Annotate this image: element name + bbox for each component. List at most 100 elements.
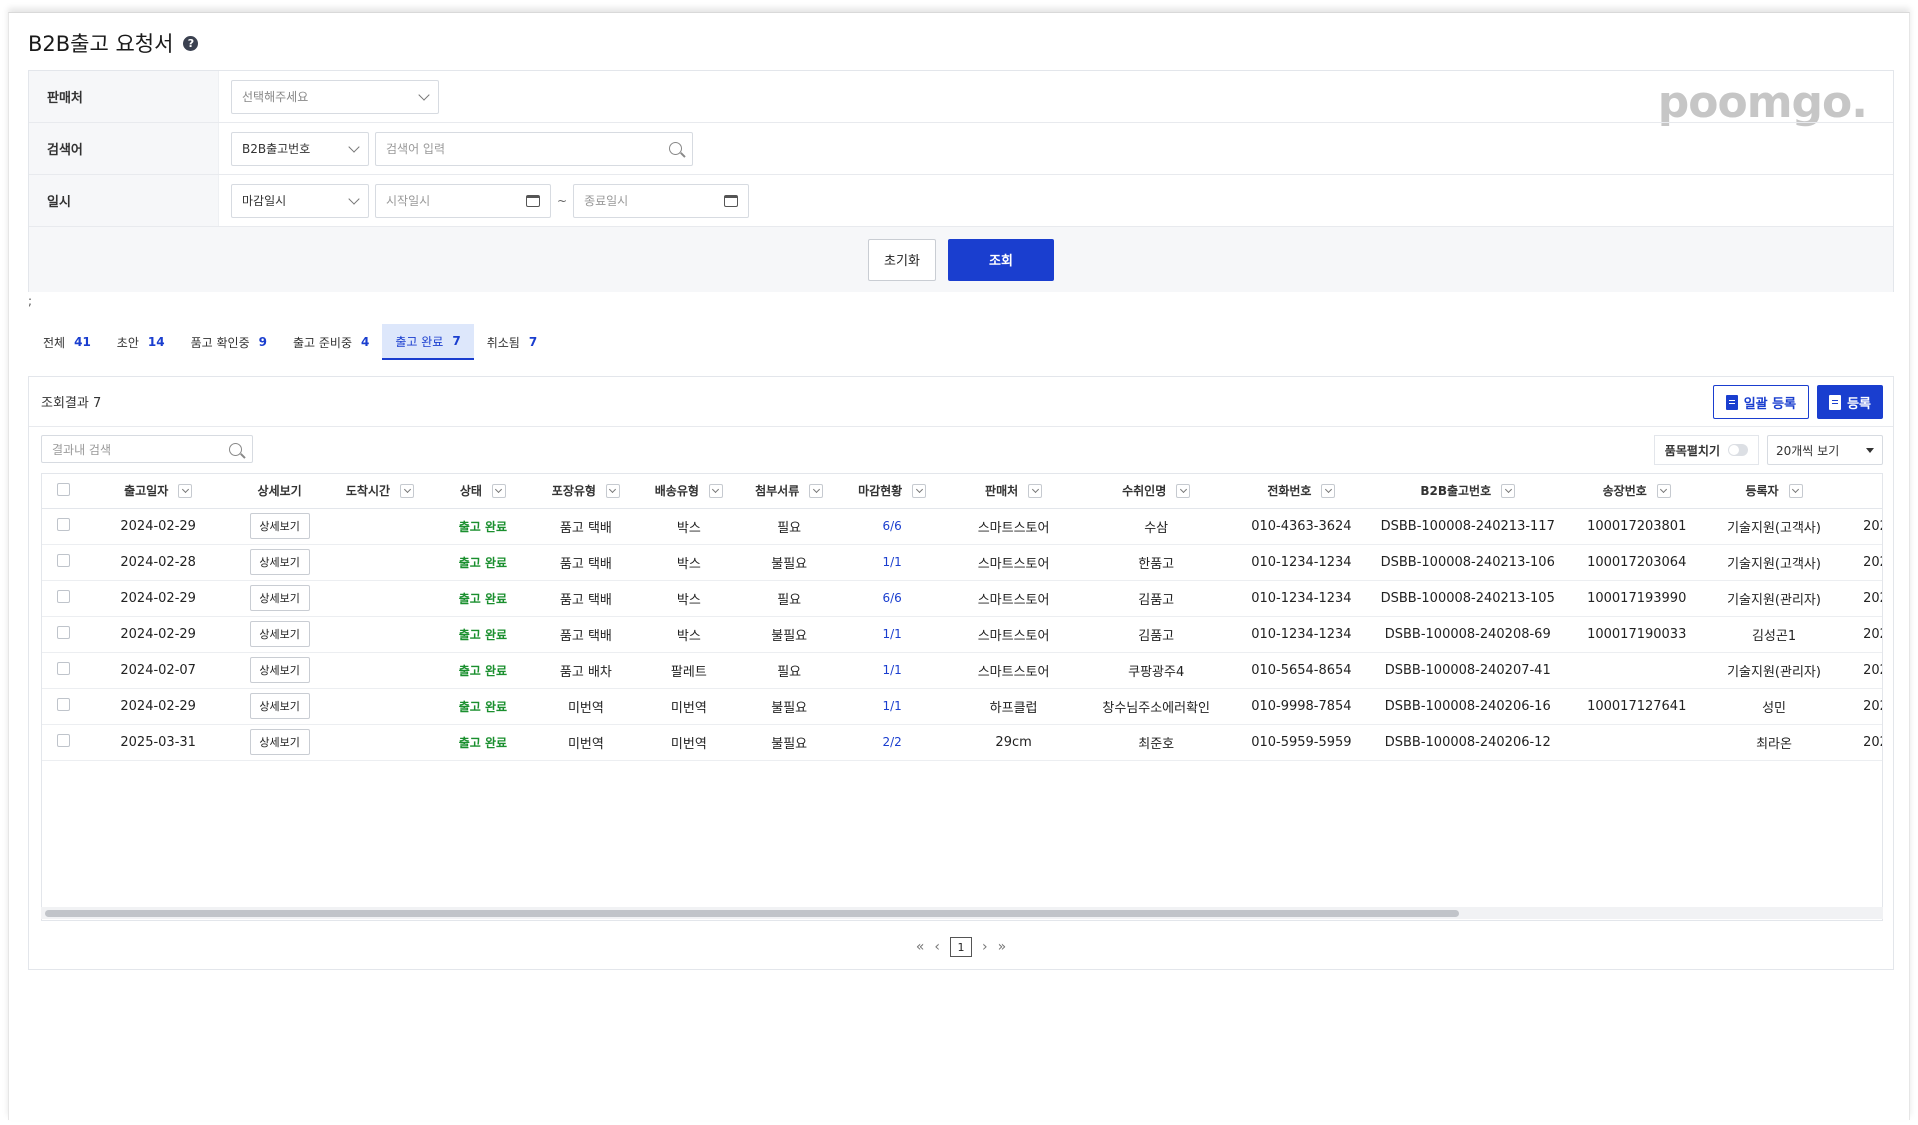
row-checkbox[interactable]: [56, 697, 70, 711]
tab-1[interactable]: 초안 14: [104, 324, 178, 360]
row-checkbox[interactable]: [56, 553, 70, 567]
row-checkbox[interactable]: [56, 661, 70, 675]
table-row[interactable]: 2024-02-29 상세보기 출고 완료 품고 택배 박스 불필요 1/1 스마트스토어 김품…: [42, 616, 1882, 653]
detail-view-button[interactable]: 상세보기: [249, 729, 310, 755]
deadline-status[interactable]: 1/1: [882, 627, 901, 641]
first-page-button[interactable]: «: [916, 939, 925, 955]
expand-items-toggle[interactable]: 품목펼치기: [1653, 435, 1759, 465]
last-page-button[interactable]: »: [998, 939, 1007, 955]
search-button[interactable]: 조회: [948, 238, 1054, 281]
column-filter-icon[interactable]: [1501, 483, 1516, 498]
cell-value: 010-4363-3624: [1251, 518, 1352, 534]
cell-value: 100017203064: [1587, 554, 1687, 570]
tab-3[interactable]: 출고 준비중 4: [280, 324, 382, 360]
deadline-status[interactable]: 2/2: [882, 735, 901, 749]
column-filter-icon[interactable]: [1656, 483, 1671, 498]
calendar-icon[interactable]: [526, 194, 540, 207]
row-checkbox[interactable]: [56, 733, 70, 747]
horizontal-scrollbar[interactable]: [41, 907, 1883, 919]
cell-value: 미번역: [670, 736, 707, 752]
column-filter-icon[interactable]: [809, 483, 824, 498]
cell-value: 필요: [777, 592, 802, 608]
detail-view-button[interactable]: 상세보기: [249, 549, 310, 575]
results-table-container[interactable]: 출고일자 상세보기 도착시간 상태 포장유형 배송유형 첨부서류 마감현황 판매처 수취인명 전화번…: [41, 473, 1883, 921]
column-filter-icon[interactable]: [708, 483, 723, 498]
cell-value: 100017193990: [1587, 590, 1687, 606]
table-cell: 상세보기: [232, 544, 328, 581]
tab-2[interactable]: 품고 확인중 9: [178, 324, 280, 360]
select-all-checkbox[interactable]: [56, 482, 70, 496]
table-cell: 출고 완료: [432, 616, 534, 653]
table-cell: [327, 652, 433, 689]
deadline-status[interactable]: 1/1: [882, 555, 901, 569]
column-filter-icon[interactable]: [912, 483, 927, 498]
deadline-status[interactable]: 1/1: [882, 699, 901, 713]
search-icon[interactable]: [229, 442, 242, 456]
table-cell: 100017190033: [1562, 616, 1711, 653]
prev-page-button[interactable]: ‹: [934, 939, 940, 955]
help-icon[interactable]: ?: [183, 35, 199, 51]
table-cell: 29cm: [944, 724, 1083, 761]
next-page-button[interactable]: ›: [982, 939, 988, 955]
table-row[interactable]: 2024-02-29 상세보기 출고 완료 미번역 미번역 불필요 1/1 하프클럽 창수님주소…: [42, 688, 1882, 725]
deadline-status[interactable]: 6/6: [882, 519, 901, 533]
deadline-status[interactable]: 6/6: [882, 591, 901, 605]
detail-view-button[interactable]: 상세보기: [249, 693, 310, 719]
cell-value: 2024-02-28: [120, 554, 196, 570]
row-checkbox[interactable]: [56, 625, 70, 639]
column-filter-icon[interactable]: [400, 483, 415, 498]
per-page-select[interactable]: 20개씩 보기: [1767, 435, 1883, 465]
row-checkbox[interactable]: [56, 517, 70, 531]
results-search-input[interactable]: 결과내 검색: [41, 435, 253, 463]
table-row[interactable]: 2024-02-29 상세보기 출고 완료 품고 택배 박스 필요 6/6 스마트스토어 수삼 0…: [42, 508, 1882, 545]
end-date-placeholder: 종료일시: [584, 194, 629, 208]
table-cell: 미번역: [638, 724, 740, 761]
column-filter-icon[interactable]: [605, 483, 620, 498]
status-badge: 출고 완료: [458, 735, 508, 750]
register-button[interactable]: 등록: [1817, 385, 1883, 419]
row-checkbox[interactable]: [56, 589, 70, 603]
column-filter-icon[interactable]: [491, 483, 506, 498]
column-filter-icon[interactable]: [1176, 483, 1191, 498]
tab-4[interactable]: 출고 완료 7: [382, 324, 474, 360]
table-row[interactable]: 2024-02-07 상세보기 출고 완료 품고 배차 팔레트 필요 1/1 스마트스토어 쿠팡…: [42, 652, 1882, 689]
table-row[interactable]: 2025-03-31 상세보기 출고 완료 미번역 미번역 불필요 2/2 29cm 최준호 01…: [42, 724, 1882, 761]
toggle-icon[interactable]: [1728, 444, 1748, 456]
cell-value: 한품고: [1138, 556, 1175, 572]
table-row[interactable]: 2024-02-29 상세보기 출고 완료 품고 택배 박스 필요 6/6 스마트스토어 김품고…: [42, 580, 1882, 617]
search-icon[interactable]: [669, 142, 682, 155]
start-date-input[interactable]: 시작일시: [375, 183, 551, 218]
tab-5[interactable]: 취소됨 7: [474, 324, 550, 360]
keyword-type-select[interactable]: B2B출고번호: [231, 131, 369, 166]
current-page[interactable]: 1: [950, 937, 972, 957]
row-select-cell: [42, 580, 85, 617]
calendar-icon[interactable]: [724, 194, 739, 207]
end-date-input[interactable]: 종료일시: [573, 183, 750, 218]
cell-value: 박스: [676, 592, 701, 608]
column-header: 마감현황: [839, 474, 945, 509]
detail-view-button[interactable]: 상세보기: [249, 621, 310, 647]
detail-view-button[interactable]: 상세보기: [249, 657, 310, 683]
keyword-input[interactable]: 검색어 입력: [375, 131, 693, 166]
table-cell: 박스: [638, 580, 740, 617]
column-filter-icon[interactable]: [178, 483, 193, 498]
date-type-select[interactable]: 마감일시: [231, 183, 369, 218]
table-cell: 100017127641: [1562, 688, 1711, 725]
tab-0[interactable]: 전체 41: [30, 324, 104, 360]
cell-value: DSBB-100008-240208-69: [1384, 626, 1551, 642]
column-filter-icon[interactable]: [1028, 483, 1043, 498]
table-cell: [327, 688, 433, 725]
table-cell: 상세보기: [232, 688, 328, 725]
detail-view-button[interactable]: 상세보기: [249, 513, 310, 539]
column-filter-icon[interactable]: [1321, 483, 1336, 498]
table-row[interactable]: 2024-02-28 상세보기 출고 완료 품고 택배 박스 불필요 1/1 스마트스토어 한품…: [42, 544, 1882, 581]
deadline-status[interactable]: 1/1: [882, 663, 901, 677]
reset-button[interactable]: 초기화: [868, 238, 936, 281]
bulk-register-button[interactable]: 일괄 등록: [1712, 385, 1810, 419]
column-header: 출고일자: [84, 474, 233, 509]
scrollbar-thumb[interactable]: [45, 910, 1459, 917]
seller-select[interactable]: 선택해주세요: [231, 79, 439, 114]
detail-view-button[interactable]: 상세보기: [249, 585, 310, 611]
column-filter-icon[interactable]: [1788, 483, 1803, 498]
table-cell: 미번역: [533, 688, 639, 725]
